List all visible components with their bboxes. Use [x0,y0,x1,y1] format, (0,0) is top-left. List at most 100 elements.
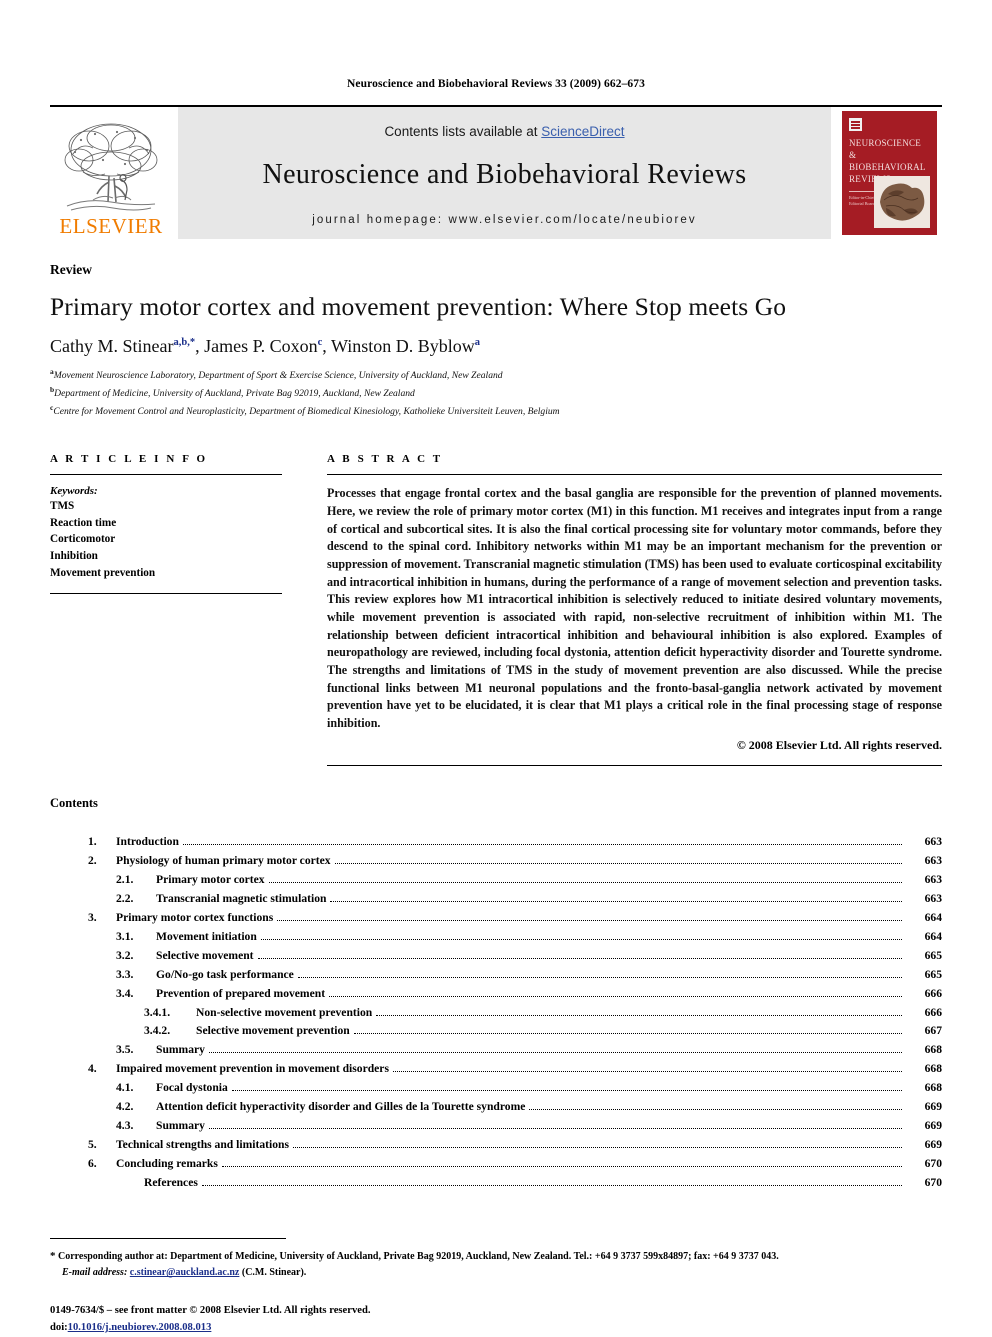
toc-entry-page: 669 [924,1137,942,1151]
author-2[interactable]: Winston D. Byblowa [331,336,480,356]
toc-entry-label: Technical strengths and limitations [116,1137,289,1151]
article-info-divider [50,474,282,476]
toc-leader-dots [231,1090,902,1092]
toc-entry[interactable]: 4.2. Attention deficit hyperactivity diso… [50,1098,942,1117]
toc-leader-dots [330,901,902,903]
toc-entry-number: 3.4. [116,986,134,1000]
toc-leader-dots [257,957,902,959]
email-link[interactable]: c.stinear@auckland.ac.nz [130,1267,240,1278]
toc-leader-dots [376,1014,902,1016]
affiliation-2-text: Centre for Movement Control and Neuropla… [53,405,560,417]
toc-leader-dots [268,882,902,884]
toc-entry-label: Primary motor cortex functions [116,911,274,925]
author-1-name: James P. Coxon [204,336,318,356]
toc-entry-number: 3.5. [116,1043,134,1057]
toc-entry[interactable]: 4. Impaired movement prevention in moveme… [50,1060,942,1079]
toc-entry[interactable]: 3.5. Summary 668 [50,1041,942,1060]
toc-entry-page: 664 [924,929,942,943]
abstract-column: A B S T R A C T Processes that engage fr… [327,453,942,767]
toc-entry-label: Selective movement [156,948,254,962]
toc-entry-number: 5. [88,1137,97,1151]
toc-entry-number: 2. [88,854,97,868]
toc-entry-page: 665 [924,948,942,962]
toc-leader-dots [260,938,902,940]
toc-entry-number: 4. [88,1062,97,1076]
sciencedirect-link[interactable]: ScienceDirect [541,124,624,139]
abstract-bottom-divider [327,765,942,767]
abstract-text: Processes that engage frontal cortex and… [327,486,942,730]
toc-entry-number: 3.4.2. [144,1024,171,1038]
journal-homepage-line[interactable]: journal homepage: www.elsevier.com/locat… [312,214,697,226]
toc-entry-label: Movement initiation [156,929,257,943]
toc-leader-dots [182,844,902,846]
elsevier-tree-icon [59,120,163,215]
toc-entry[interactable]: 3. Primary motor cortex functions 664 [50,909,942,928]
toc-entry-label: Summary [156,1118,205,1132]
contents-section: Contents 1. Introduction 663 2. Physiology o… [50,796,942,1192]
issn-line: 0149-7634/$ – see front matter © 2008 El… [50,1304,371,1316]
doi-link[interactable]: 10.1016/j.neubiorev.2008.08.013 [68,1322,212,1333]
abstract-divider [327,474,942,476]
toc-entry-number: 6. [88,1156,97,1170]
toc-entry[interactable]: 3.1. Movement initiation 664 [50,928,942,947]
email-suffix: (C.M. Stinear). [241,1267,307,1279]
elsevier-logo: ELSEVIER [50,107,172,239]
toc-entry[interactable]: 6. Concluding remarks 670 [50,1155,942,1174]
author-1[interactable]: James P. Coxonc [204,336,322,356]
elsevier-wordmark: ELSEVIER [59,214,163,238]
toc-entry[interactable]: 3.3. Go/No-go task performance 665 [50,966,942,985]
toc-leader-dots [329,995,902,997]
table-of-contents: 1. Introduction 663 2. Physiology of human p… [50,833,942,1192]
toc-entry-label: Focal dystonia [156,1081,228,1095]
toc-entry[interactable]: 2.1. Primary motor cortex 663 [50,871,942,890]
toc-entry-page: 663 [924,892,942,906]
article-info-bottom-divider [50,593,282,595]
affiliation-list: aMovement Neuroscience Laboratory, Depar… [50,366,942,419]
toc-entry[interactable]: 5. Technical strengths and limitations 669 [50,1136,942,1155]
toc-entry[interactable]: 3.4.1. Non-selective movement prevention 6… [50,1004,942,1023]
toc-entry[interactable]: 4.1. Focal dystonia 668 [50,1079,942,1098]
contents-heading: Contents [50,796,98,811]
journal-masthead: ELSEVIER Contents lists available at Sci… [50,105,942,239]
toc-entry[interactable]: 2. Physiology of human primary motor cort… [50,852,942,871]
corresponding-author-footnote: * Corresponding author at: Department of… [50,1248,942,1281]
toc-entry[interactable]: 3.4. Prevention of prepared movement 666 [50,985,942,1004]
toc-entry-page: 669 [924,1118,942,1132]
doi-line: doi:10.1016/j.neubiorev.2008.08.013 [50,1320,942,1337]
toc-entry-number: 4.1. [116,1081,134,1095]
toc-entry-label: References [144,1175,198,1189]
cover-title-line2: & BIOBEHAVIORAL [849,149,926,172]
toc-entry-label: Non-selective movement prevention [196,1005,373,1019]
toc-leader-dots [277,920,902,922]
doi-prefix: doi: [50,1321,68,1333]
toc-entry[interactable]: 3.4.2. Selective movement prevention 667 [50,1022,942,1041]
toc-entry-page: 668 [924,1081,942,1095]
keyword-3: Inhibition [50,550,98,563]
toc-leader-dots [297,976,902,978]
toc-entry-label: Introduction [116,835,179,849]
author-2-name: Winston D. Byblow [330,336,475,356]
cover-title-line1: NEUROSCIENCE [849,138,922,148]
toc-entry[interactable]: 3.2. Selective movement 665 [50,947,942,966]
author-0[interactable]: Cathy M. Stineara,b,* [50,336,195,356]
keywords-label: Keywords: [50,485,98,498]
journal-cover-thumbnail[interactable]: NEUROSCIENCE & BIOBEHAVIORAL REVIEWS Edi… [837,107,942,239]
journal-cover-art: NEUROSCIENCE & BIOBEHAVIORAL REVIEWS Edi… [842,111,937,235]
toc-leader-dots [208,1127,902,1129]
toc-entry-label: Go/No-go task performance [156,967,294,981]
journal-article-page: Neuroscience and Biobehavioral Reviews 3… [0,0,992,1333]
toc-entry[interactable]: 2.2. Transcranial magnetic stimulation 663 [50,890,942,909]
affiliation-0: aMovement Neuroscience Laboratory, Depar… [50,366,942,384]
journal-title: Neuroscience and Biobehavioral Reviews [262,159,747,190]
toc-entry-label: Summary [156,1043,205,1057]
corresponding-author-text: Corresponding author at: Department of M… [58,1251,779,1263]
keyword-2: Corticomotor [50,533,116,546]
toc-entry-label: Prevention of prepared movement [156,986,326,1000]
toc-entry-number: 3. [88,911,97,925]
toc-entry[interactable]: 4.3. Summary 669 [50,1117,942,1136]
toc-entry-page: 668 [924,1062,942,1076]
toc-leader-dots [392,1071,902,1073]
toc-entry[interactable]: 1. Introduction 663 [50,833,942,852]
toc-entry[interactable]: References 670 [50,1174,942,1193]
toc-entry-label: Selective movement prevention [196,1024,350,1038]
